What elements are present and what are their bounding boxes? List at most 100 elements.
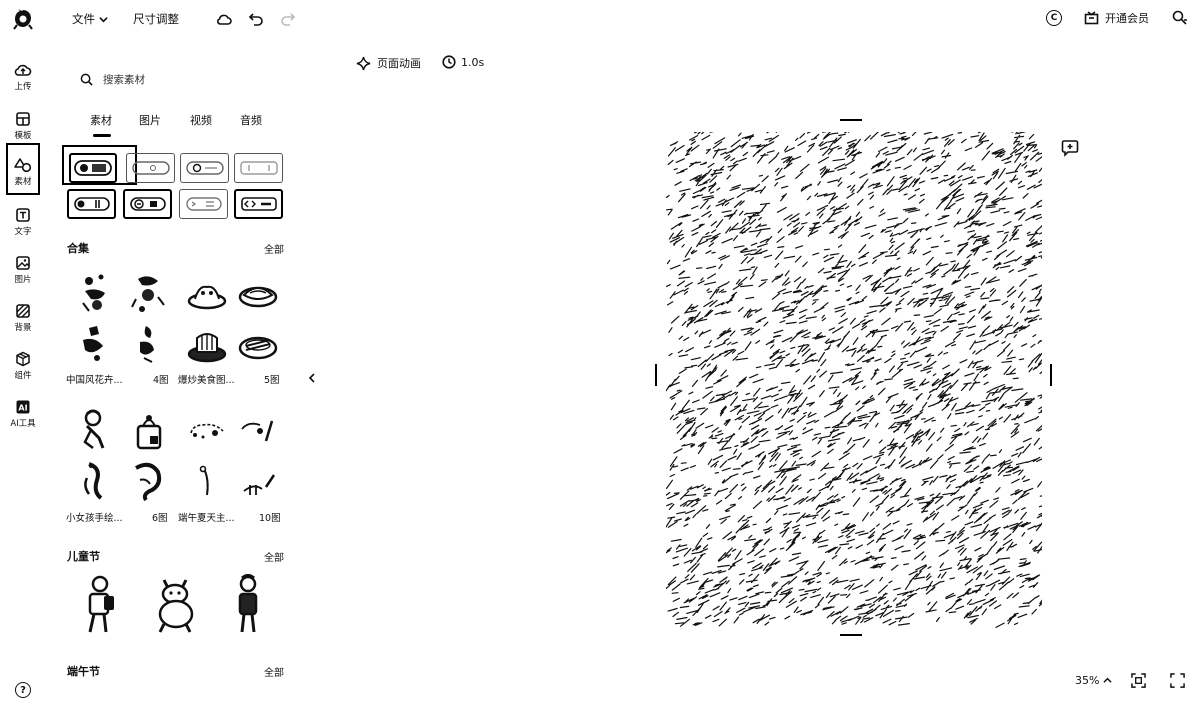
image-icon <box>15 255 31 271</box>
tab-video[interactable]: 视频 <box>190 112 212 128</box>
floral-sticker <box>123 319 173 369</box>
component-icon <box>15 351 31 367</box>
collapse-panel-icon[interactable] <box>308 373 316 383</box>
section-title-collection: 合集 <box>67 242 89 255</box>
ai-icon: AI <box>15 399 31 415</box>
floral-sticker <box>123 268 173 318</box>
svg-text:AI: AI <box>18 404 27 413</box>
nav-image-label: 图片 <box>14 275 32 285</box>
share-icon[interactable] <box>1172 10 1188 26</box>
summer-sticker <box>182 406 232 456</box>
collection-name: 端午夏天主... <box>178 513 235 524</box>
girl-sticker <box>70 406 120 456</box>
search-box[interactable]: 搜索素材 <box>70 66 300 92</box>
floral-sticker <box>70 319 120 369</box>
resize-handle-right[interactable] <box>1050 364 1052 386</box>
food-sticker <box>182 319 232 369</box>
collection-name: 爆炒美食图... <box>178 375 235 386</box>
search-icon <box>80 73 93 86</box>
vip-button[interactable]: 开通会员 <box>1084 10 1149 26</box>
collection-card[interactable]: 小女孩手绘... 6图 <box>66 406 181 541</box>
shape-pill-3[interactable] <box>180 153 229 183</box>
shape-pill-2[interactable] <box>126 153 175 183</box>
summer-sticker <box>233 406 283 456</box>
page-animation-label: 页面动画 <box>377 57 421 70</box>
nav-ai-tools[interactable]: AI AI工具 <box>6 395 40 439</box>
nav-upload[interactable]: 上传 <box>6 58 40 102</box>
copyright-icon[interactable]: C <box>1046 10 1062 26</box>
summer-sticker <box>233 456 283 506</box>
resize-handle-top[interactable] <box>840 119 862 121</box>
tab-audio[interactable]: 音频 <box>240 112 262 128</box>
shape-pill-1[interactable] <box>69 153 117 183</box>
design-page[interactable] <box>666 132 1042 628</box>
nav-material-label: 素材 <box>14 177 32 187</box>
shrimp-sticker <box>70 456 120 506</box>
shrimp-sticker <box>123 456 173 506</box>
children-day-all-link[interactable]: 全部 <box>264 549 284 564</box>
summer-sticker <box>182 456 232 506</box>
nav-text[interactable]: 文字 <box>6 203 40 247</box>
nav-background[interactable]: 背景 <box>6 299 40 343</box>
collection-name: 中国风花卉... <box>66 375 123 386</box>
resize-button[interactable]: 尺寸调整 <box>133 11 179 27</box>
shape-tag-4[interactable] <box>234 189 283 219</box>
active-tab-indicator <box>93 134 111 137</box>
vip-label: 开通会员 <box>1105 12 1149 25</box>
nav-upload-label: 上传 <box>14 82 32 92</box>
search-input[interactable]: 搜索素材 <box>103 72 145 87</box>
zoom-control[interactable]: 35% <box>1075 674 1113 687</box>
cloud-save-icon[interactable] <box>216 11 232 27</box>
nav-text-label: 文字 <box>14 227 32 237</box>
text-icon <box>15 207 31 223</box>
nav-component[interactable]: 组件 <box>6 347 40 391</box>
collection-count: 5图 <box>264 375 280 386</box>
add-page-icon[interactable] <box>1061 139 1079 157</box>
duration-value: 1.0s <box>461 55 485 69</box>
collection-all-link[interactable]: 全部 <box>264 241 284 256</box>
collection-count: 6图 <box>152 513 168 524</box>
duration-button[interactable]: 1.0s <box>442 55 484 69</box>
collection-card[interactable]: 端午夏天主... 10图 <box>178 406 293 541</box>
material-icon <box>14 157 32 173</box>
nav-image[interactable]: 图片 <box>6 251 40 295</box>
chevron-up-icon <box>1103 676 1113 685</box>
collection-card[interactable]: 中国风花卉... 4图 <box>66 268 181 403</box>
fullscreen-icon[interactable] <box>1170 673 1185 688</box>
shape-tag-3[interactable] <box>179 189 228 219</box>
nav-ai-label: AI工具 <box>10 419 36 429</box>
collection-card[interactable]: 爆炒美食图... 5图 <box>178 268 293 403</box>
nav-material[interactable]: 素材 <box>6 143 40 195</box>
tab-image[interactable]: 图片 <box>139 112 161 128</box>
bag-sticker <box>123 406 173 456</box>
collection-count: 10图 <box>259 513 281 524</box>
fit-screen-icon[interactable] <box>1131 673 1146 688</box>
resize-handle-bottom[interactable] <box>840 634 862 636</box>
file-menu[interactable]: 文件 <box>72 11 108 27</box>
tab-material[interactable]: 素材 <box>90 112 112 128</box>
collection-count: 4图 <box>153 375 169 386</box>
section-title-children-day: 儿童节 <box>67 550 100 563</box>
chevron-down-icon <box>99 15 108 24</box>
app-logo[interactable] <box>12 8 34 30</box>
dog-sticker[interactable] <box>152 574 200 636</box>
resize-handle-left[interactable] <box>655 364 657 386</box>
shape-tag-2[interactable] <box>123 189 172 219</box>
section-title-dragon-boat: 端午节 <box>67 665 100 678</box>
child-sticker[interactable] <box>230 574 266 636</box>
child-sticker[interactable] <box>80 574 120 636</box>
redo-icon[interactable] <box>280 11 296 27</box>
help-icon[interactable]: ? <box>15 682 31 698</box>
page-animation-button[interactable]: 页面动画 <box>356 55 421 71</box>
file-menu-label: 文件 <box>72 12 95 26</box>
shape-tag-1[interactable] <box>67 189 116 219</box>
shape-pill-4[interactable] <box>234 153 283 183</box>
dragon-boat-all-link[interactable]: 全部 <box>264 664 284 679</box>
collection-name: 小女孩手绘... <box>66 513 123 524</box>
page-texture <box>666 132 1042 628</box>
undo-icon[interactable] <box>248 11 264 27</box>
background-icon <box>15 303 31 319</box>
vip-icon <box>1084 11 1099 25</box>
food-sticker <box>182 268 232 318</box>
template-icon <box>15 111 31 127</box>
